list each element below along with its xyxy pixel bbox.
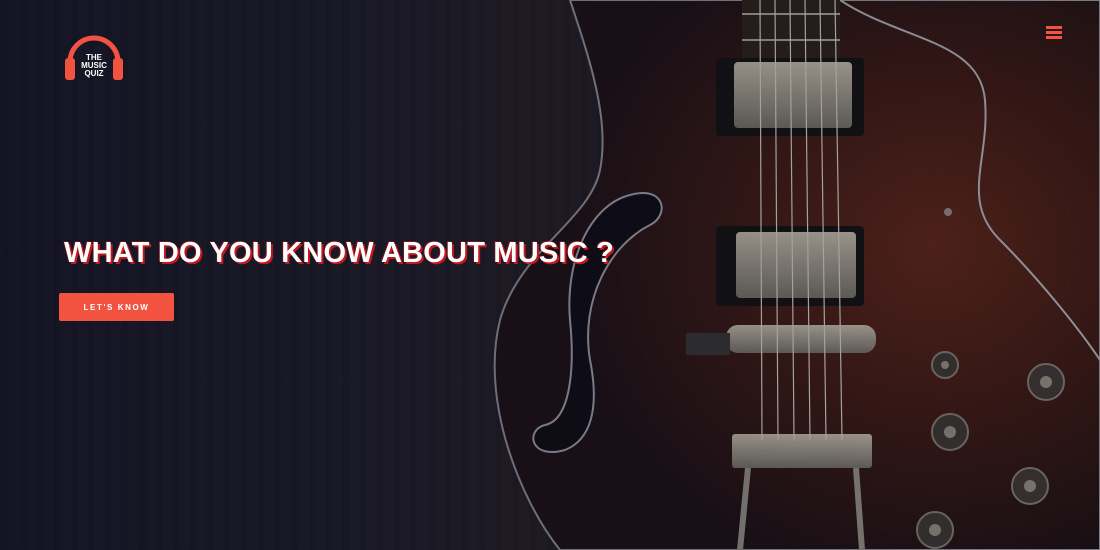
menu-bar-top — [1046, 26, 1062, 29]
hamburger-menu-icon[interactable] — [1046, 26, 1062, 40]
logo[interactable]: THE MUSIC QUIZ — [64, 24, 124, 84]
lets-know-button[interactable]: LET'S KNOW — [59, 293, 174, 321]
logo-line-quiz: QUIZ — [84, 69, 104, 78]
hero-overlay — [0, 0, 1100, 550]
hero-headline: WHAT DO YOU KNOW ABOUT MUSIC ? — [64, 237, 614, 269]
logo-text: THE MUSIC QUIZ — [64, 54, 124, 78]
hero-section — [0, 0, 1100, 550]
menu-bar-bottom — [1046, 36, 1062, 39]
menu-bar-middle — [1046, 31, 1062, 34]
